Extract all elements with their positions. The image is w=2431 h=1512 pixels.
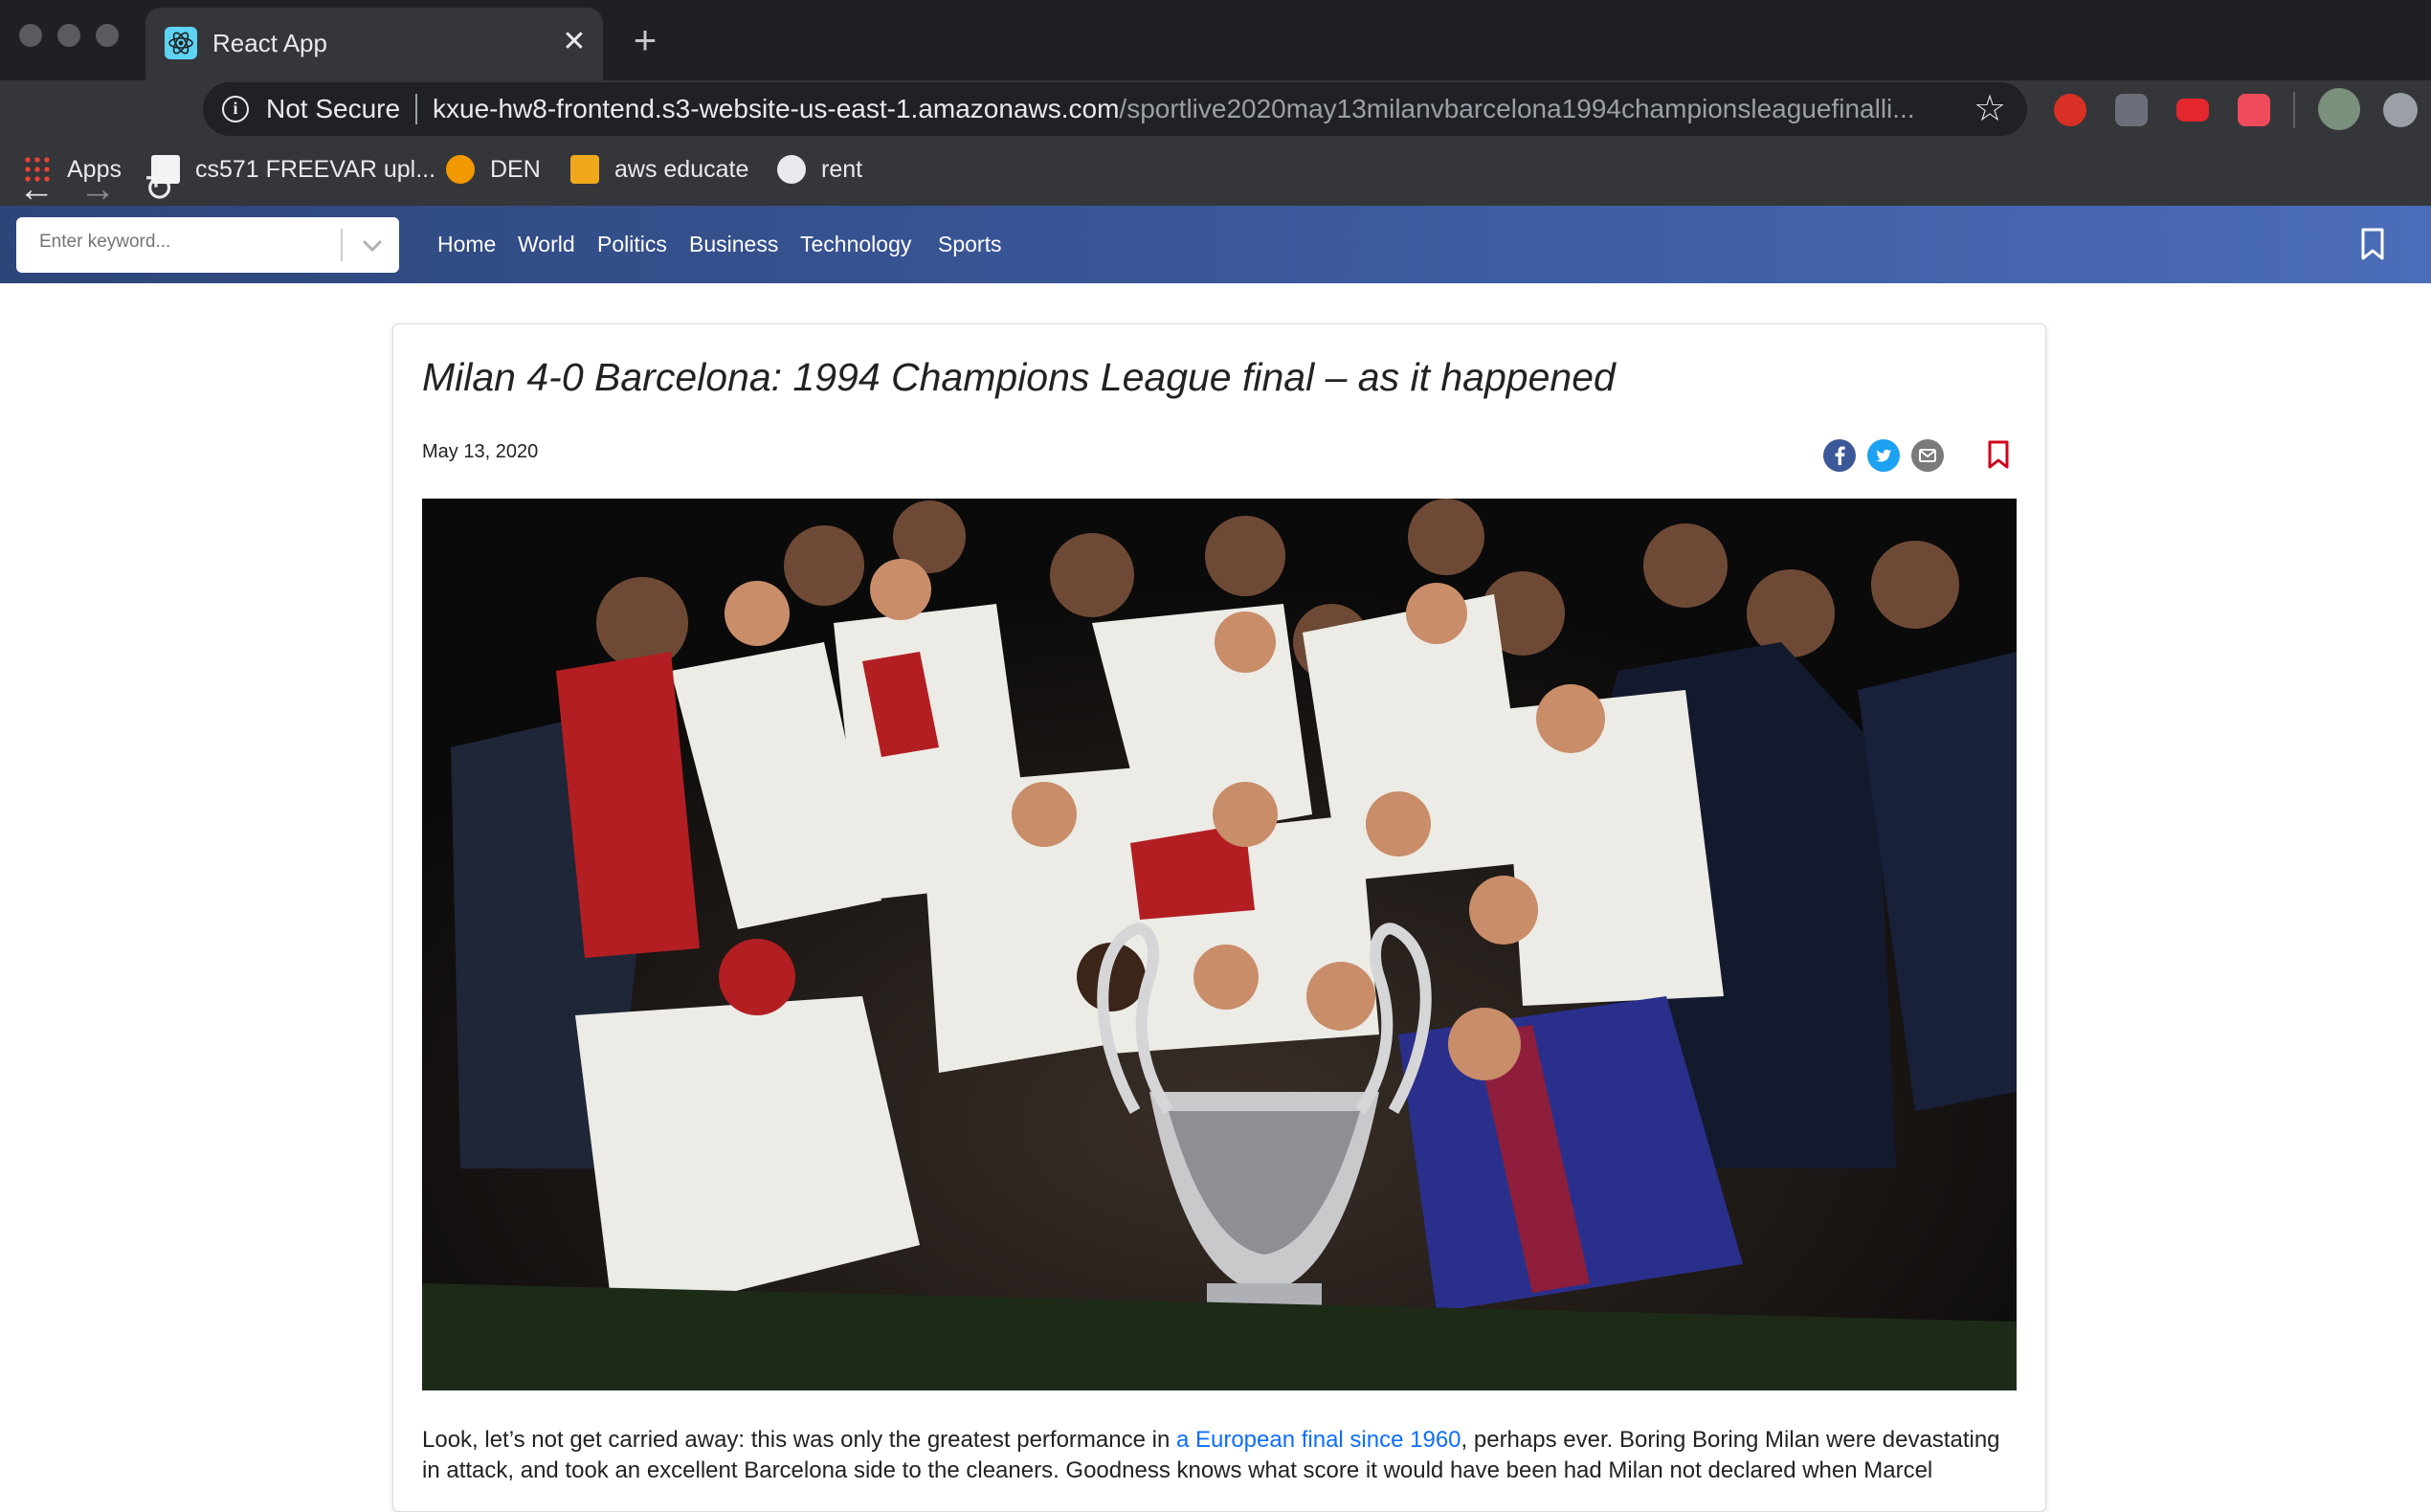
nav-link-business[interactable]: Business [689,230,778,258]
address-bar[interactable]: i Not Secure kxue-hw8-frontend.s3-websit… [203,82,2027,136]
bookmark-star-icon[interactable]: ☆ [1974,90,2006,128]
bookmarks-bar: Apps cs571 FREEVAR upl... DEN aws educat… [0,147,2431,191]
twitter-icon[interactable] [1867,439,1900,472]
bookmark-label: cs571 FREEVAR upl... [195,155,436,183]
react-icon [165,27,197,59]
bookmark-apps[interactable]: Apps [23,153,122,186]
bookmark-cs571[interactable]: cs571 FREEVAR upl... [151,153,435,186]
article-hero-image [422,499,2017,1390]
extension-s-icon[interactable] [2115,94,2148,126]
apps-grid-icon [23,155,52,184]
article-body: Look, let’s not get carried away: this w… [422,1425,2020,1486]
article-body-text: Look, let’s not get carried away: this w… [422,1427,1176,1453]
aws-box-icon [570,155,599,184]
article-date: May 13, 2020 [422,441,539,462]
nav-link-sports[interactable]: Sports [938,230,1001,258]
article-card: Milan 4-0 Barcelona: 1994 Champions Leag… [392,323,2046,1512]
adblock-hand-icon[interactable] [2054,94,2086,126]
nav-link-technology[interactable]: Technology [800,230,911,258]
calendar-extension-icon[interactable] [2238,94,2270,126]
bookmark-icon[interactable] [1986,439,2011,470]
profile-avatar[interactable] [2318,88,2360,130]
window-close-dot[interactable] [19,24,42,47]
nav-link-home[interactable]: Home [437,230,496,258]
browser-tab[interactable]: React App ✕ [145,8,603,80]
den-icon [446,155,475,184]
bookmark-label: aws educate [614,155,749,183]
info-icon[interactable]: i [222,96,249,122]
youtube-extension-icon[interactable] [2176,99,2209,122]
update-arrow-icon[interactable] [2383,93,2418,127]
new-tab-button[interactable]: + [624,20,666,63]
app-navbar: Home World Politics Business Technology … [0,206,2431,283]
facebook-icon[interactable] [1823,439,1856,472]
globe-icon [777,155,806,184]
security-label[interactable]: Not Secure [266,93,400,125]
upload-page-icon [151,155,180,184]
url-host: kxue-hw8-frontend.s3-website-us-east-1.a… [433,94,1120,123]
search-divider [341,229,343,261]
nav-link-world[interactable]: World [518,230,575,258]
tab-title: React App [212,29,327,57]
chevron-down-icon[interactable] [357,229,388,261]
email-icon[interactable] [1911,439,1944,472]
bookmark-label: DEN [490,155,541,183]
toolbar-divider [2293,92,2295,128]
bookmark-rent[interactable]: rent [777,153,862,186]
window-zoom-dot[interactable] [96,24,119,47]
search-input[interactable] [37,231,347,254]
tab-strip: React App ✕ + [0,0,2431,80]
bookmark-den[interactable]: DEN [446,153,541,186]
bookmark-label: Apps [67,155,122,183]
article-body-link[interactable]: a European final since 1960 [1176,1427,1461,1453]
window-minimize-dot[interactable] [57,24,80,47]
tab-close-icon[interactable]: ✕ [557,25,591,59]
url-text[interactable]: kxue-hw8-frontend.s3-website-us-east-1.a… [433,93,1926,125]
nav-link-politics[interactable]: Politics [597,230,667,258]
bookmarks-nav-icon[interactable] [2358,227,2387,261]
url-path: /sportlive2020may13milanvbarcelona1994ch… [1119,94,1915,123]
article-title: Milan 4-0 Barcelona: 1994 Champions Leag… [422,355,1616,399]
omnibox-divider [415,94,417,124]
bookmark-label: rent [821,155,863,183]
keyword-search-select[interactable] [16,217,399,273]
celebration-photo [422,499,2017,1390]
bookmark-aws-educate[interactable]: aws educate [570,153,748,186]
